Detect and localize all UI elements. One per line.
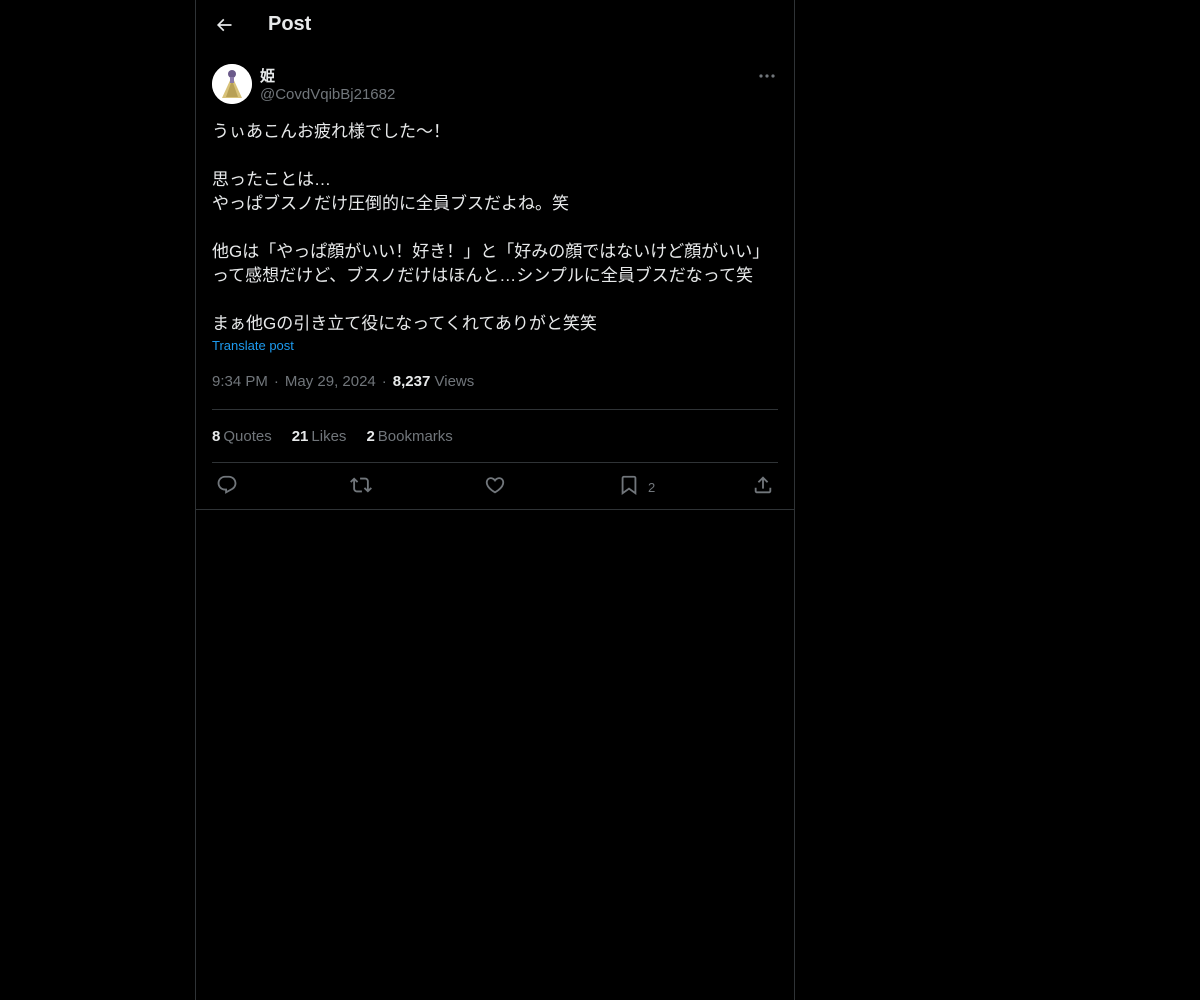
post-time[interactable]: 9:34 PM: [212, 373, 268, 390]
post-text-line: まぁ他Gの引き立て役になってくれてありがと笑笑: [212, 314, 597, 333]
post-text-line: [212, 216, 778, 240]
meta-separator: ·: [381, 373, 387, 390]
post-text-line: [212, 288, 778, 312]
likes-stat[interactable]: 21 Likes: [292, 428, 347, 445]
reply-icon: [216, 474, 238, 501]
repost-icon: [350, 474, 372, 501]
likes-label: Likes: [311, 427, 347, 445]
back-button[interactable]: [208, 10, 240, 44]
post-date[interactable]: May 29, 2024: [285, 373, 376, 390]
main-column: Post 姫 @CovdVqibBj21682 うぃあこんお疲れ様でした〜！ 思…: [195, 0, 795, 1000]
post-text: うぃあこんお疲れ様でした〜！ 思ったことは… やっぱブスノだけ圧倒的に全員ブスだ…: [212, 120, 778, 336]
quotes-count: 8: [212, 427, 221, 445]
like-button[interactable]: [484, 475, 506, 499]
reply-button[interactable]: [216, 475, 238, 499]
bookmarks-label: Bookmarks: [377, 427, 453, 445]
page-header: Post: [196, 0, 794, 54]
post-stats: 8 Quotes 21 Likes 2 Bookmarks: [212, 410, 778, 462]
translate-post-link[interactable]: Translate post: [212, 338, 294, 353]
heart-icon: [484, 474, 506, 501]
views-count: 8,237: [392, 373, 431, 390]
post-meta: 9:34 PM · May 29, 2024 · 8,237 Views: [212, 373, 778, 393]
bookmarks-stat[interactable]: 2 Bookmarks: [366, 428, 452, 445]
post-actions: 2: [212, 463, 778, 511]
repost-button[interactable]: [350, 475, 372, 499]
quotes-label: Quotes: [223, 427, 272, 445]
avatar-figure-icon: [212, 64, 252, 104]
bookmark-button[interactable]: 2: [618, 475, 655, 499]
post-text-line: 他Gは「やっぱ顔がいい！好き！」と「好みの顔ではないけど顔がいい」: [212, 242, 770, 261]
meta-separator: ·: [273, 373, 279, 390]
bookmarks-count: 2: [366, 427, 375, 445]
post-bottom-border: [196, 509, 794, 510]
avatar[interactable]: [212, 64, 252, 104]
post-text-line: うぃあこんお疲れ様でした〜！: [212, 122, 450, 141]
arrow-left-icon: [214, 15, 234, 40]
more-horizontal-icon: [759, 66, 775, 84]
page-title: Post: [268, 13, 312, 35]
likes-count: 21: [291, 427, 309, 445]
views-label: Views: [434, 373, 475, 390]
post-text-line: [212, 144, 778, 168]
post-text-line: 思ったことは…: [212, 170, 331, 189]
bookmark-count: 2: [648, 479, 656, 495]
post-text-line: って感想だけど、ブスノだけはほんと…シンプルに全員ブスだなって笑: [212, 266, 753, 285]
share-button[interactable]: [752, 475, 774, 499]
more-button[interactable]: [756, 66, 778, 84]
bookmark-icon: [618, 474, 640, 501]
share-icon: [752, 474, 774, 501]
post: 姫 @CovdVqibBj21682 うぃあこんお疲れ様でした〜！ 思ったことは…: [212, 64, 778, 511]
post-text-line: やっぱブスノだけ圧倒的に全員ブスだよね。笑: [212, 194, 569, 213]
author-row: 姫 @CovdVqibBj21682: [212, 64, 778, 106]
quotes-stat[interactable]: 8 Quotes: [212, 428, 272, 445]
author-name[interactable]: 姫: [260, 65, 275, 86]
author-handle[interactable]: @CovdVqibBj21682: [260, 86, 395, 103]
